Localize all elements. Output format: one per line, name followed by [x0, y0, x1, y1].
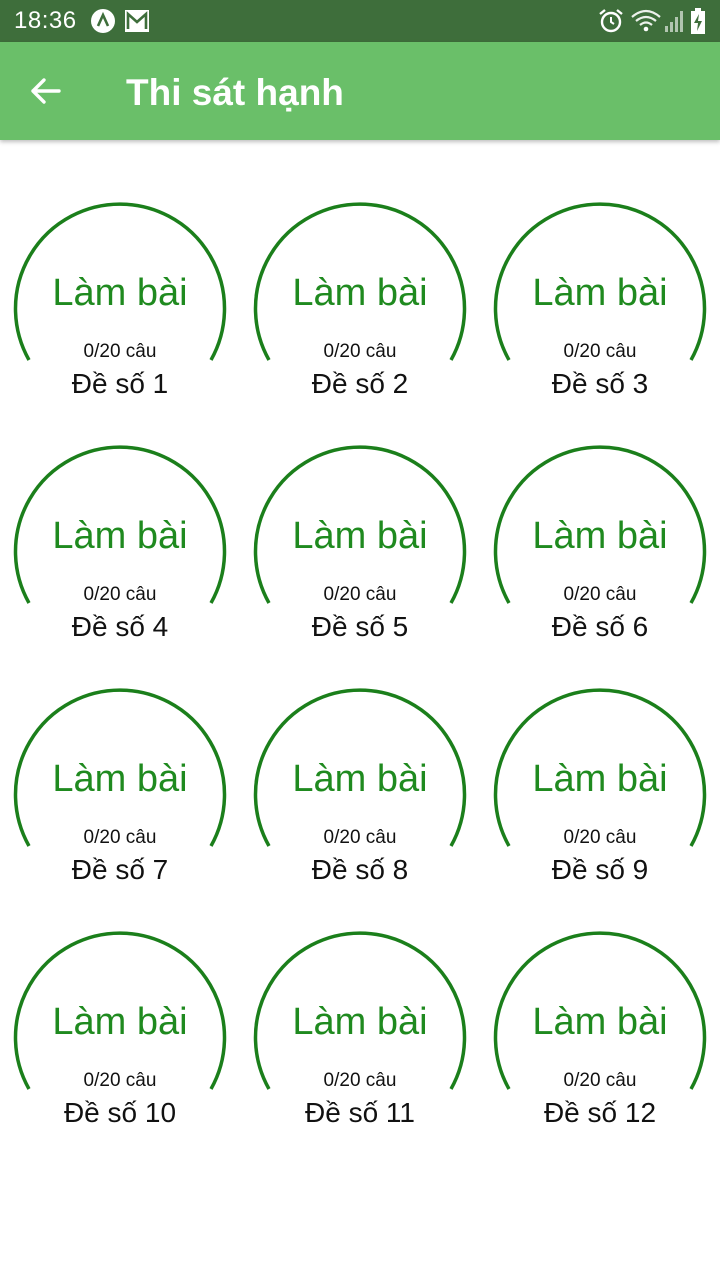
- exam-card[interactable]: Làm bài 0/20 câu Đề số 9: [480, 674, 720, 904]
- start-exam-label: Làm bài: [292, 1001, 428, 1043]
- start-exam-label: Làm bài: [292, 758, 428, 800]
- status-bar: 18:36: [0, 0, 720, 42]
- exam-title: Đề số 9: [551, 854, 649, 885]
- exam-title: Đề số 12: [543, 1097, 657, 1128]
- exam-progress: 0/20 câu: [83, 1070, 157, 1091]
- start-exam-label: Làm bài: [532, 758, 668, 800]
- exam-progress: 0/20 câu: [83, 341, 157, 362]
- exam-title: Đề số 10: [63, 1097, 177, 1128]
- exam-progress: 0/20 câu: [323, 584, 397, 605]
- exam-title: Đề số 7: [71, 854, 169, 885]
- app-bar: Thi sát hạnh: [0, 42, 720, 140]
- exam-card[interactable]: Làm bài 0/20 câu Đề số 10: [0, 917, 240, 1147]
- exam-card[interactable]: Làm bài 0/20 câu Đề số 4: [0, 431, 240, 661]
- start-exam-label: Làm bài: [292, 515, 428, 557]
- exam-progress: 0/20 câu: [323, 341, 397, 362]
- exam-title: Đề số 3: [551, 368, 649, 399]
- exam-progress: 0/20 câu: [563, 584, 637, 605]
- exam-title: Đề số 2: [311, 368, 409, 399]
- battery-charging-icon: [691, 8, 705, 34]
- exam-card[interactable]: Làm bài 0/20 câu Đề số 11: [240, 917, 480, 1147]
- exam-card[interactable]: Làm bài 0/20 câu Đề số 6: [480, 431, 720, 661]
- arrow-left-icon: [31, 78, 61, 104]
- status-time: 18:36: [14, 7, 77, 34]
- exam-progress: 0/20 câu: [83, 827, 157, 848]
- exam-progress: 0/20 câu: [323, 827, 397, 848]
- start-exam-label: Làm bài: [292, 272, 428, 314]
- exam-title: Đề số 8: [311, 854, 409, 885]
- start-exam-label: Làm bài: [52, 515, 188, 557]
- start-exam-label: Làm bài: [532, 1001, 668, 1043]
- exam-title: Đề số 11: [305, 1097, 415, 1128]
- exam-progress: 0/20 câu: [83, 584, 157, 605]
- exam-card[interactable]: Làm bài 0/20 câu Đề số 1: [0, 188, 240, 418]
- start-exam-label: Làm bài: [52, 758, 188, 800]
- back-button[interactable]: [20, 68, 70, 114]
- exam-title: Đề số 5: [311, 611, 409, 642]
- exam-card[interactable]: Làm bài 0/20 câu Đề số 3: [480, 188, 720, 418]
- exam-progress: 0/20 câu: [323, 1070, 397, 1091]
- mail-icon: [125, 10, 149, 32]
- exam-progress: 0/20 câu: [563, 341, 637, 362]
- exam-card[interactable]: Làm bài 0/20 câu Đề số 2: [240, 188, 480, 418]
- exam-progress: 0/20 câu: [563, 1070, 637, 1091]
- exam-title: Đề số 4: [71, 611, 169, 642]
- start-exam-label: Làm bài: [52, 272, 188, 314]
- exam-progress: 0/20 câu: [563, 827, 637, 848]
- exam-title: Đề số 1: [71, 368, 169, 399]
- page-title: Thi sát hạnh: [126, 72, 344, 113]
- exam-card[interactable]: Làm bài 0/20 câu Đề số 12: [480, 917, 720, 1147]
- exam-card[interactable]: Làm bài 0/20 câu Đề số 8: [240, 674, 480, 904]
- exam-title: Đề số 6: [551, 611, 649, 642]
- start-exam-label: Làm bài: [532, 515, 668, 557]
- exam-card[interactable]: Làm bài 0/20 câu Đề số 7: [0, 674, 240, 904]
- wifi-icon: [631, 9, 661, 32]
- start-exam-label: Làm bài: [532, 272, 668, 314]
- start-exam-label: Làm bài: [52, 1001, 188, 1043]
- exam-card[interactable]: Làm bài 0/20 câu Đề số 5: [240, 431, 480, 661]
- signal-icon: [665, 11, 683, 32]
- a-circle-icon: [91, 9, 115, 33]
- alarm-icon: [599, 9, 623, 33]
